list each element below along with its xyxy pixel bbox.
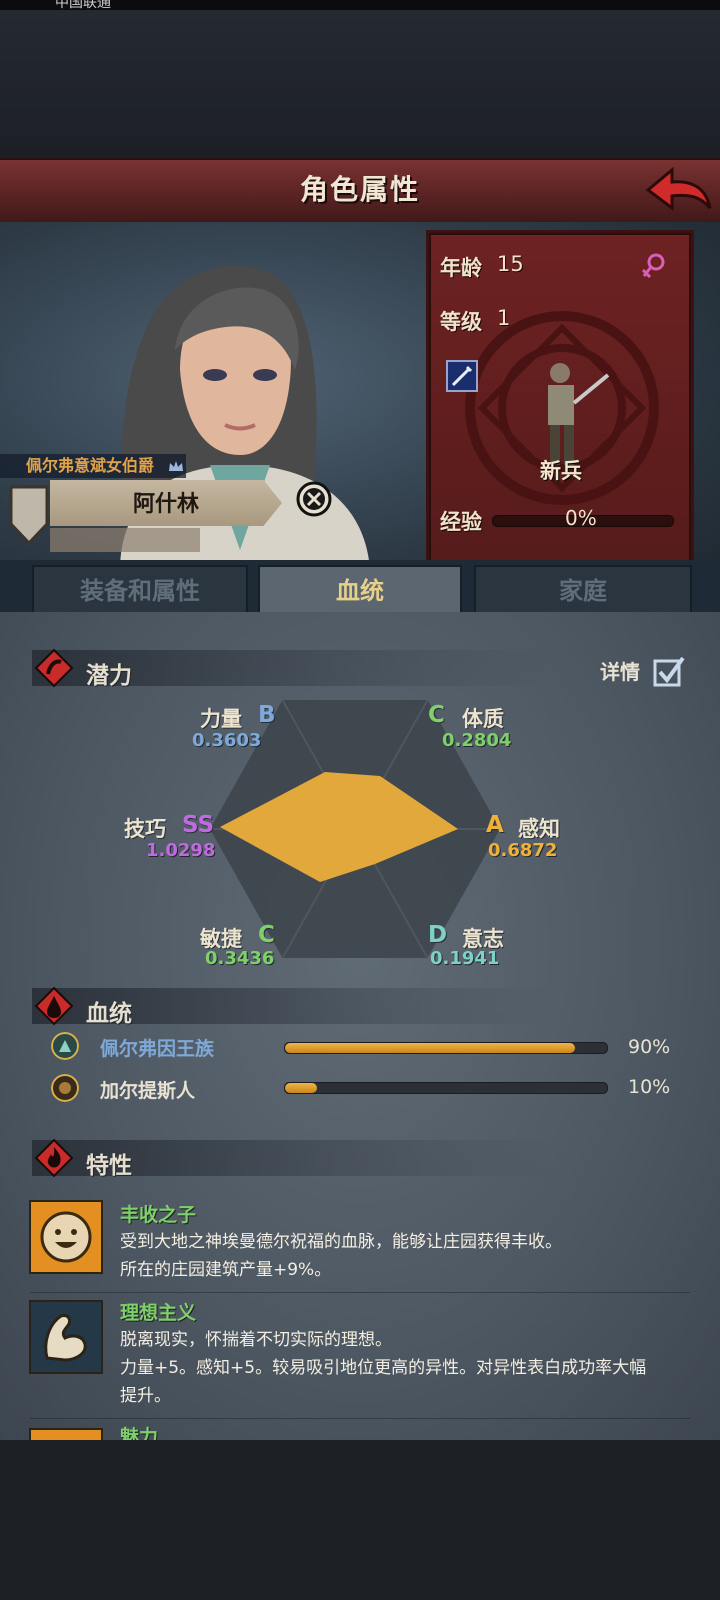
stat-will-value: 0.1941: [430, 948, 500, 969]
sword-icon[interactable]: [446, 360, 478, 392]
tribe-crest-icon: [51, 1074, 79, 1102]
trait-description: 受到大地之神埃曼德尔祝福的血脉，能够让庄园获得丰收。: [120, 1232, 562, 1252]
stat-perception-value: 0.6872: [488, 840, 558, 861]
nameplate-sub: [50, 528, 200, 552]
divider: [30, 1418, 690, 1419]
level-label: 等级: [440, 310, 482, 334]
stat-agility-value: 0.3436: [205, 948, 275, 969]
flexed-arm-icon[interactable]: [29, 1300, 103, 1374]
stat-skill-grade: SS: [182, 812, 215, 838]
stat-perception-name: 感知: [518, 817, 560, 841]
stat-constitution-value: 0.2804: [442, 730, 512, 751]
trait-description: 脱离现实，怀揣着不切实际的理想。: [120, 1330, 392, 1350]
stat-strength-value: 0.3603: [192, 730, 262, 751]
stat-agility-grade: C: [258, 922, 275, 948]
back-arrow-icon[interactable]: [642, 162, 714, 218]
shield-icon: [9, 485, 49, 546]
trait-name: 理想主义: [120, 1302, 197, 1324]
stat-constitution-name: 体质: [462, 707, 504, 731]
exp-label: 经验: [440, 510, 482, 534]
top-background: [0, 10, 720, 158]
traits-title: 特性: [86, 1153, 132, 1179]
trait-name: 丰收之子: [120, 1204, 197, 1226]
bloodline-name: 佩尔弗因王族: [100, 1038, 215, 1060]
character-name[interactable]: 阿什林: [50, 486, 282, 518]
bloodline-percent: 90%: [628, 1036, 671, 1058]
potential-title: 潜力: [86, 663, 132, 689]
fire-icon: [34, 1138, 74, 1178]
close-icon[interactable]: [296, 481, 332, 517]
trait-effect: 力量+5。感知+5。较易吸引地位更高的异性。对异性表白成功率大幅: [120, 1358, 647, 1378]
trait-name: 魅力: [120, 1426, 159, 1440]
trait-effect-cont: 提升。: [120, 1386, 171, 1406]
stat-perception-grade: A: [486, 812, 504, 838]
age-value: 15: [497, 252, 524, 276]
stat-will-grade: D: [428, 922, 448, 948]
crown-icon: [169, 461, 183, 471]
stat-skill-value: 1.0298: [146, 840, 216, 861]
age-label: 年龄: [440, 256, 482, 280]
female-icon: [641, 253, 665, 279]
tab-bloodline[interactable]: 血统: [258, 565, 462, 617]
page-title: 角色属性: [299, 173, 420, 206]
bloodline-bar-fill: [285, 1083, 318, 1093]
bloodline-bar-fill: [285, 1043, 575, 1053]
detail-checkbox[interactable]: [652, 654, 686, 688]
bloodline-percent: 10%: [628, 1076, 671, 1098]
tab-equipment[interactable]: 装备和属性: [32, 565, 248, 617]
trait-effect: 所在的庄园建筑产量+9%。: [120, 1260, 332, 1280]
bloodline-title: 血统: [86, 1001, 132, 1027]
level-value: 1: [497, 306, 511, 330]
stat-constitution-grade: C: [428, 702, 445, 728]
stat-strength-name: 力量: [200, 707, 242, 731]
divider: [30, 1292, 690, 1293]
exp-value: 0%: [565, 506, 597, 530]
noble-title: 佩尔弗意斌女伯爵: [0, 454, 186, 478]
potential-icon: [34, 648, 74, 688]
stat-skill-name: 技巧: [124, 817, 166, 841]
bloodline-name: 加尔提斯人: [100, 1080, 196, 1102]
smiley-icon[interactable]: [29, 1200, 103, 1274]
bloodline-bar: [284, 1082, 608, 1094]
tab-family[interactable]: 家庭: [474, 565, 692, 617]
bloodline-bar: [284, 1042, 608, 1054]
stat-strength-grade: B: [258, 702, 276, 728]
detail-label: 详情: [600, 660, 640, 684]
bottom-area: [0, 1440, 720, 1600]
blood-drop-icon: [34, 986, 74, 1026]
trait-name-wrapper: 魅力: [120, 1422, 158, 1440]
job-label: 新兵: [540, 459, 582, 483]
royal-crest-icon: [51, 1032, 79, 1060]
